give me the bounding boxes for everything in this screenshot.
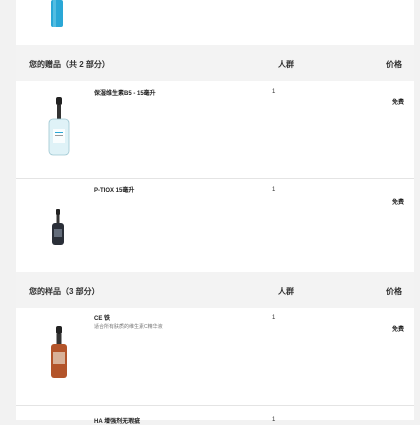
price-column-header: 价格	[386, 287, 402, 296]
samples-section-title: 您的样品（3 部分）	[29, 287, 100, 296]
item-quantity: 1	[272, 187, 276, 193]
b5-serum-bottle-image	[48, 97, 70, 156]
gifts-section-header: 您的赠品（共 2 部分） 人群 价格	[16, 45, 414, 81]
blue-bottle-image	[51, 0, 63, 27]
qty-column-header: 人群	[278, 60, 294, 69]
item-quantity: 1	[272, 417, 276, 423]
samples-section-header: 您的样品（3 部分） 人群 价格	[16, 272, 414, 308]
item-price: 免费	[391, 200, 404, 206]
gifts-section-title: 您的赠品（共 2 部分）	[29, 60, 110, 69]
sample-item-row[interactable]: HA 增强剂无瑕疵 1	[16, 406, 414, 425]
item-quantity: 1	[272, 89, 276, 95]
item-price: 免费	[391, 100, 404, 106]
item-name[interactable]: 保湿维生素B5 - 15毫升	[94, 88, 156, 97]
item-name[interactable]: HA 增强剂无瑕疵	[94, 416, 140, 425]
sample-item-row[interactable]: CE 铁 适合所有肤质的维生素C精华液 1 免费	[16, 308, 414, 405]
item-quantity: 1	[272, 315, 276, 321]
item-description: 适合所有肤质的维生素C精华液	[94, 324, 163, 330]
item-price: 免费	[391, 327, 404, 333]
item-name[interactable]: P-TIOX 15毫升	[94, 185, 134, 194]
gift-item-row[interactable]: 保湿维生素B5 - 15毫升 1 免费	[16, 81, 414, 178]
gift-item-row[interactable]: P-TIOX 15毫升 1 免费	[16, 179, 414, 272]
qty-column-header: 人群	[278, 287, 294, 296]
price-column-header: 价格	[386, 60, 402, 69]
amber-serum-bottle-image	[51, 326, 67, 378]
item-name[interactable]: CE 铁	[94, 313, 110, 322]
previous-item-row	[16, 0, 414, 45]
dark-dropper-bottle-image	[52, 209, 64, 245]
